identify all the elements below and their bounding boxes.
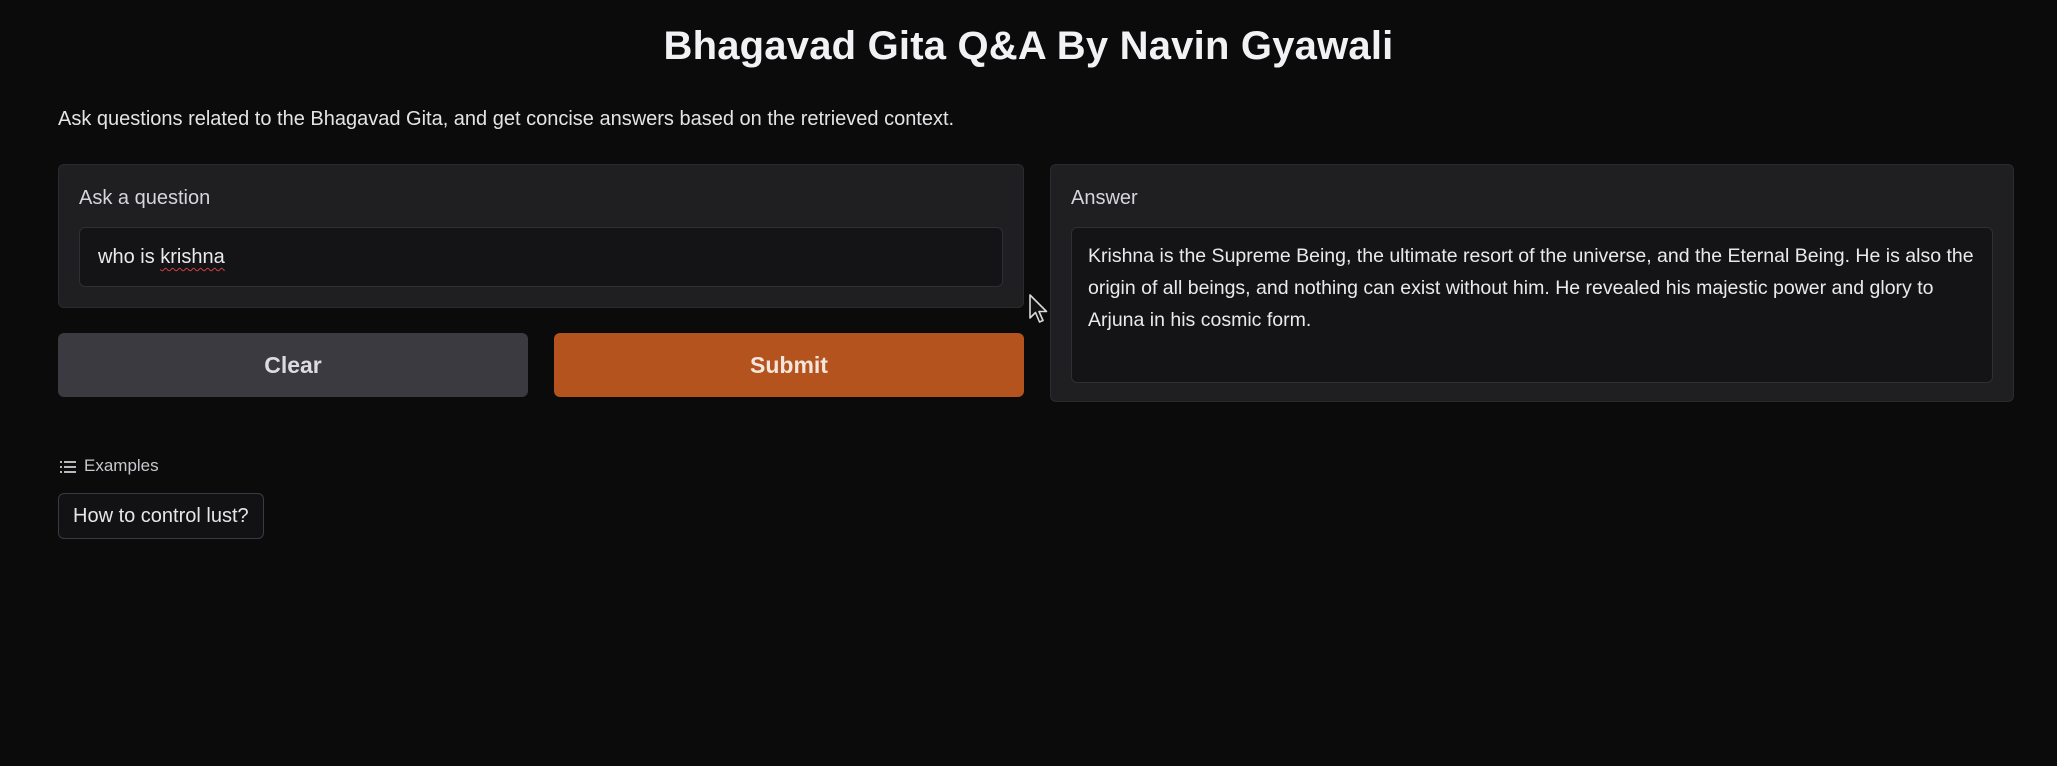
question-input-text: who is bbox=[98, 246, 161, 268]
example-item[interactable]: How to control lust? bbox=[58, 493, 264, 539]
question-label: Ask a question bbox=[79, 187, 211, 209]
question-panel: Ask a question who is krishna bbox=[58, 164, 1024, 308]
page-title: Bhagavad Gita Q&A By Navin Gyawali bbox=[663, 24, 1394, 68]
clear-button[interactable]: Clear bbox=[58, 333, 528, 397]
answer-output[interactable]: Krishna is the Supreme Being, the ultima… bbox=[1071, 227, 1993, 383]
submit-button[interactable]: Submit bbox=[554, 333, 1024, 397]
examples-header: Examples bbox=[60, 456, 159, 476]
list-icon bbox=[60, 459, 76, 473]
question-input-misspelled-word: krishna bbox=[160, 246, 225, 268]
examples-label: Examples bbox=[84, 456, 159, 475]
page-description: Ask questions related to the Bhagavad Gi… bbox=[58, 108, 955, 130]
mouse-cursor-icon bbox=[1029, 294, 1049, 324]
answer-label: Answer bbox=[1071, 187, 1138, 209]
question-input[interactable]: who is krishna bbox=[79, 227, 1003, 287]
answer-panel: Answer Krishna is the Supreme Being, the… bbox=[1050, 164, 2014, 402]
